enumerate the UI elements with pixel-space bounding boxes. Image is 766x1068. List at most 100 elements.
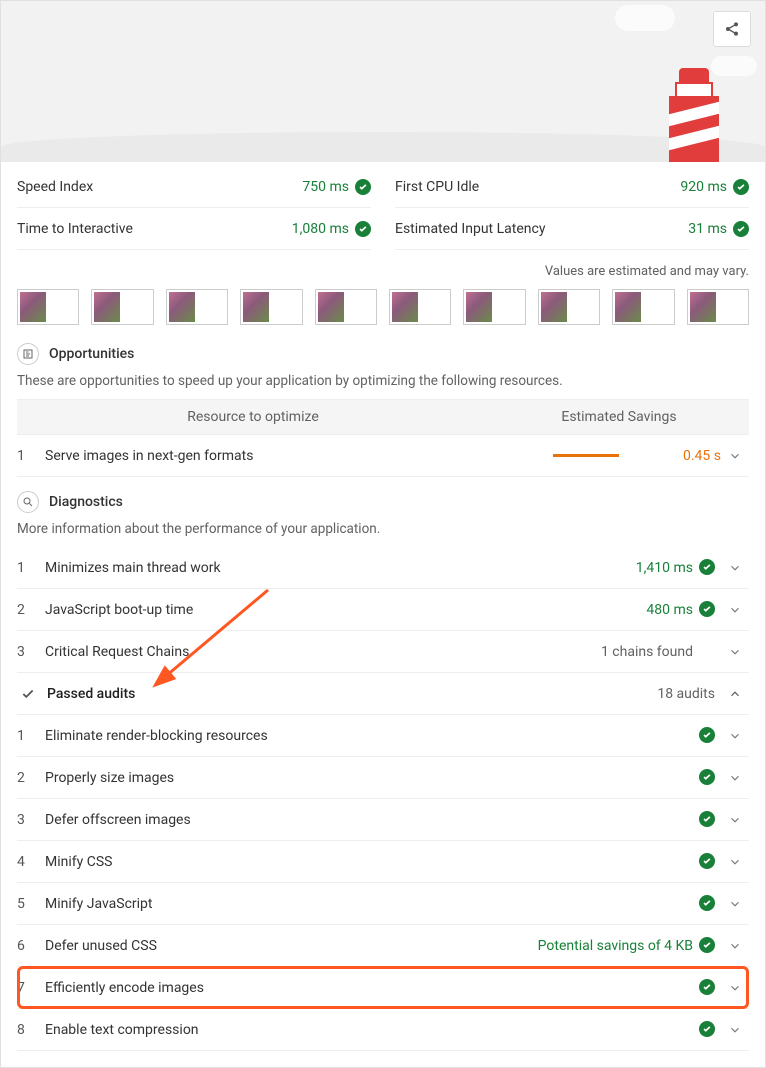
row-index: 4 (17, 854, 45, 870)
section-title: Opportunities (49, 346, 134, 362)
row-title: Properly size images (45, 770, 693, 786)
row-index: 3 (17, 812, 45, 828)
row-title: Enable text compression (45, 1022, 693, 1038)
pass-icon (355, 179, 371, 195)
pass-icon (699, 937, 715, 953)
pass-icon (699, 853, 715, 869)
chevron-down-icon[interactable] (721, 981, 749, 995)
passed-count: 18 audits (657, 686, 715, 702)
diagnostic-row[interactable]: 3 Critical Request Chains 1 chains found (17, 631, 749, 673)
chevron-down-icon[interactable] (721, 813, 749, 827)
row-title: Serve images in next-gen formats (45, 448, 543, 464)
filmstrip-frame (17, 289, 79, 325)
filmstrip-frame (389, 289, 451, 325)
row-value: Potential savings of 4 KB (538, 938, 693, 954)
pass-icon (733, 179, 749, 195)
metric-label: Estimated Input Latency (395, 221, 545, 237)
pass-icon (699, 979, 715, 995)
metric-row: Time to Interactive 1,080 ms (17, 208, 371, 250)
chevron-up-icon (721, 687, 749, 701)
filmstrip (17, 289, 749, 325)
diagnostic-row[interactable]: 2 JavaScript boot-up time 480 ms (17, 589, 749, 631)
pass-icon (733, 221, 749, 237)
pass-icon (699, 895, 715, 911)
row-title: Eliminate render-blocking resources (45, 728, 693, 744)
row-value: 1 chains found (601, 644, 693, 660)
row-title: Efficiently encode images (45, 980, 693, 996)
pass-icon (699, 559, 715, 575)
chevron-down-icon[interactable] (721, 561, 749, 575)
row-title: Defer unused CSS (45, 938, 538, 954)
passed-audit-row[interactable]: 3 Defer offscreen images (17, 799, 749, 841)
diagnostic-row[interactable]: 1 Minimizes main thread work 1,410 ms (17, 547, 749, 589)
metric-value: 920 ms (680, 179, 749, 195)
row-value: 1,410 ms (636, 560, 693, 576)
opportunities-desc: These are opportunities to speed up your… (17, 373, 749, 389)
opportunity-row[interactable]: 1 Serve images in next-gen formats 0.45 … (17, 435, 749, 477)
chevron-down-icon[interactable] (721, 939, 749, 953)
filmstrip-frame (315, 289, 377, 325)
chevron-down-icon[interactable] (721, 771, 749, 785)
share-button[interactable] (713, 11, 751, 47)
magnifier-icon (17, 491, 39, 513)
chevron-down-icon[interactable] (721, 729, 749, 743)
savings-bar (553, 454, 673, 457)
opportunities-columns: Resource to optimize Estimated Savings (17, 399, 749, 435)
pass-icon (355, 221, 371, 237)
filmstrip-frame (538, 289, 600, 325)
chevron-down-icon[interactable] (721, 897, 749, 911)
pass-icon (699, 769, 715, 785)
passed-audit-row[interactable]: 2 Properly size images (17, 757, 749, 799)
chevron-down-icon[interactable] (721, 855, 749, 869)
passed-audit-row[interactable]: 4 Minify CSS (17, 841, 749, 883)
row-index: 2 (17, 602, 45, 618)
diagnostics-header: Diagnostics (17, 491, 749, 513)
row-title: Minify CSS (45, 854, 693, 870)
pass-icon (699, 727, 715, 743)
row-value: 480 ms (646, 602, 693, 618)
col-savings: Estimated Savings (489, 409, 749, 425)
metric-label: Time to Interactive (17, 221, 133, 237)
filmstrip-frame (91, 289, 153, 325)
passed-audit-row[interactable]: 1 Eliminate render-blocking resources (17, 715, 749, 757)
chevron-down-icon[interactable] (721, 603, 749, 617)
metric-row: Speed Index 750 ms (17, 166, 371, 208)
row-index: 7 (17, 980, 45, 996)
filmstrip-frame (240, 289, 302, 325)
row-title: Minimizes main thread work (45, 560, 636, 576)
row-index: 1 (17, 728, 45, 744)
pass-icon (699, 601, 715, 617)
row-index: 6 (17, 938, 45, 954)
lighthouse-logo (659, 42, 729, 162)
row-index: 3 (17, 644, 45, 660)
metric-row: First CPU Idle 920 ms (395, 166, 749, 208)
filmstrip-frame (612, 289, 674, 325)
chevron-down-icon[interactable] (721, 1023, 749, 1037)
passed-audit-row[interactable]: 8 Enable text compression (17, 1009, 749, 1051)
decoration-cloud (615, 5, 675, 31)
section-title: Passed audits (47, 686, 657, 702)
metric-label: First CPU Idle (395, 179, 479, 195)
row-index: 1 (17, 560, 45, 576)
col-resource: Resource to optimize (17, 409, 489, 425)
decoration-ground (1, 132, 765, 162)
metric-value: 750 ms (302, 179, 371, 195)
chevron-down-icon[interactable] (721, 449, 749, 463)
metrics-section: Speed Index 750 ms Time to Interactive 1… (17, 162, 749, 250)
passed-audit-row[interactable]: 5 Minify JavaScript (17, 883, 749, 925)
metric-row: Estimated Input Latency 31 ms (395, 208, 749, 250)
metrics-note: Values are estimated and may vary. (17, 264, 749, 279)
row-title: Minify JavaScript (45, 896, 693, 912)
passed-audit-row[interactable]: 6 Defer unused CSS Potential savings of … (17, 925, 749, 967)
metric-value: 1,080 ms (292, 221, 371, 237)
share-icon (724, 21, 740, 37)
filmstrip-frame (166, 289, 228, 325)
opportunities-icon (17, 343, 39, 365)
passed-audit-row[interactable]: 7 Efficiently encode images (17, 967, 749, 1009)
passed-audits-toggle[interactable]: Passed audits 18 audits (17, 673, 749, 715)
row-title: JavaScript boot-up time (45, 602, 646, 618)
row-title: Critical Request Chains (45, 644, 601, 660)
row-value: 0.45 s (683, 448, 721, 464)
chevron-down-icon[interactable] (721, 645, 749, 659)
row-index: 2 (17, 770, 45, 786)
